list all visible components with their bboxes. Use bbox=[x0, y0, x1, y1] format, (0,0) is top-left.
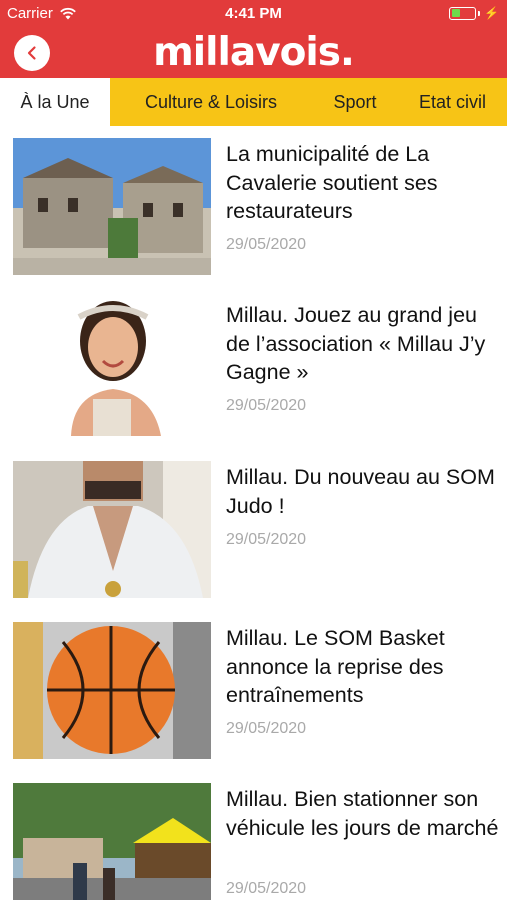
tab-sport[interactable]: Sport bbox=[312, 78, 398, 126]
article-thumbnail bbox=[13, 783, 211, 900]
article-item[interactable]: Millau. Bien stationner son véhicule les… bbox=[0, 783, 507, 900]
category-tabs: À la Une Culture & Loisirs Sport Etat ci… bbox=[0, 78, 507, 126]
article-title: Millau. Bien stationner son véhicule les… bbox=[226, 787, 499, 840]
tab-etat-civil[interactable]: Etat civil bbox=[398, 78, 507, 126]
charging-icon: ⚡ bbox=[484, 6, 499, 20]
article-date: 29/05/2020 bbox=[226, 397, 307, 414]
article-date: 29/05/2020 bbox=[226, 531, 307, 548]
clock: 4:41 PM bbox=[225, 5, 282, 22]
article-title: Millau. Du nouveau au SOM Judo ! bbox=[226, 465, 495, 518]
app-logo: millavois. bbox=[153, 30, 355, 75]
article-item[interactable]: Millau. Le SOM Basket annonce la reprise… bbox=[0, 622, 507, 782]
article-item[interactable]: La municipalité de La Cavalerie soutient… bbox=[0, 138, 507, 298]
article-date: 29/05/2020 bbox=[226, 236, 307, 253]
app-header: Carrier 4:41 PM ⚡ millavois. bbox=[0, 0, 507, 78]
article-item[interactable]: Millau. Du nouveau au SOM Judo ! 29/05/2… bbox=[0, 461, 507, 621]
status-bar: Carrier 4:41 PM ⚡ bbox=[0, 0, 507, 26]
article-thumbnail bbox=[13, 138, 211, 275]
article-thumbnail bbox=[13, 622, 211, 759]
tab-a-la-une[interactable]: À la Une bbox=[0, 78, 110, 126]
article-title: Millau. Jouez au grand jeu de l’associat… bbox=[226, 303, 486, 384]
article-thumbnail bbox=[13, 299, 211, 436]
tab-culture-loisirs[interactable]: Culture & Loisirs bbox=[110, 78, 312, 126]
article-date: 29/05/2020 bbox=[226, 720, 307, 737]
article-date: 29/05/2020 bbox=[226, 880, 307, 897]
article-thumbnail bbox=[13, 461, 211, 598]
battery-icon: ⚡ bbox=[449, 6, 499, 20]
article-item[interactable]: Millau. Jouez au grand jeu de l’associat… bbox=[0, 299, 507, 459]
article-title: La municipalité de La Cavalerie soutient… bbox=[226, 142, 438, 223]
article-title: Millau. Le SOM Basket annonce la reprise… bbox=[226, 626, 445, 707]
